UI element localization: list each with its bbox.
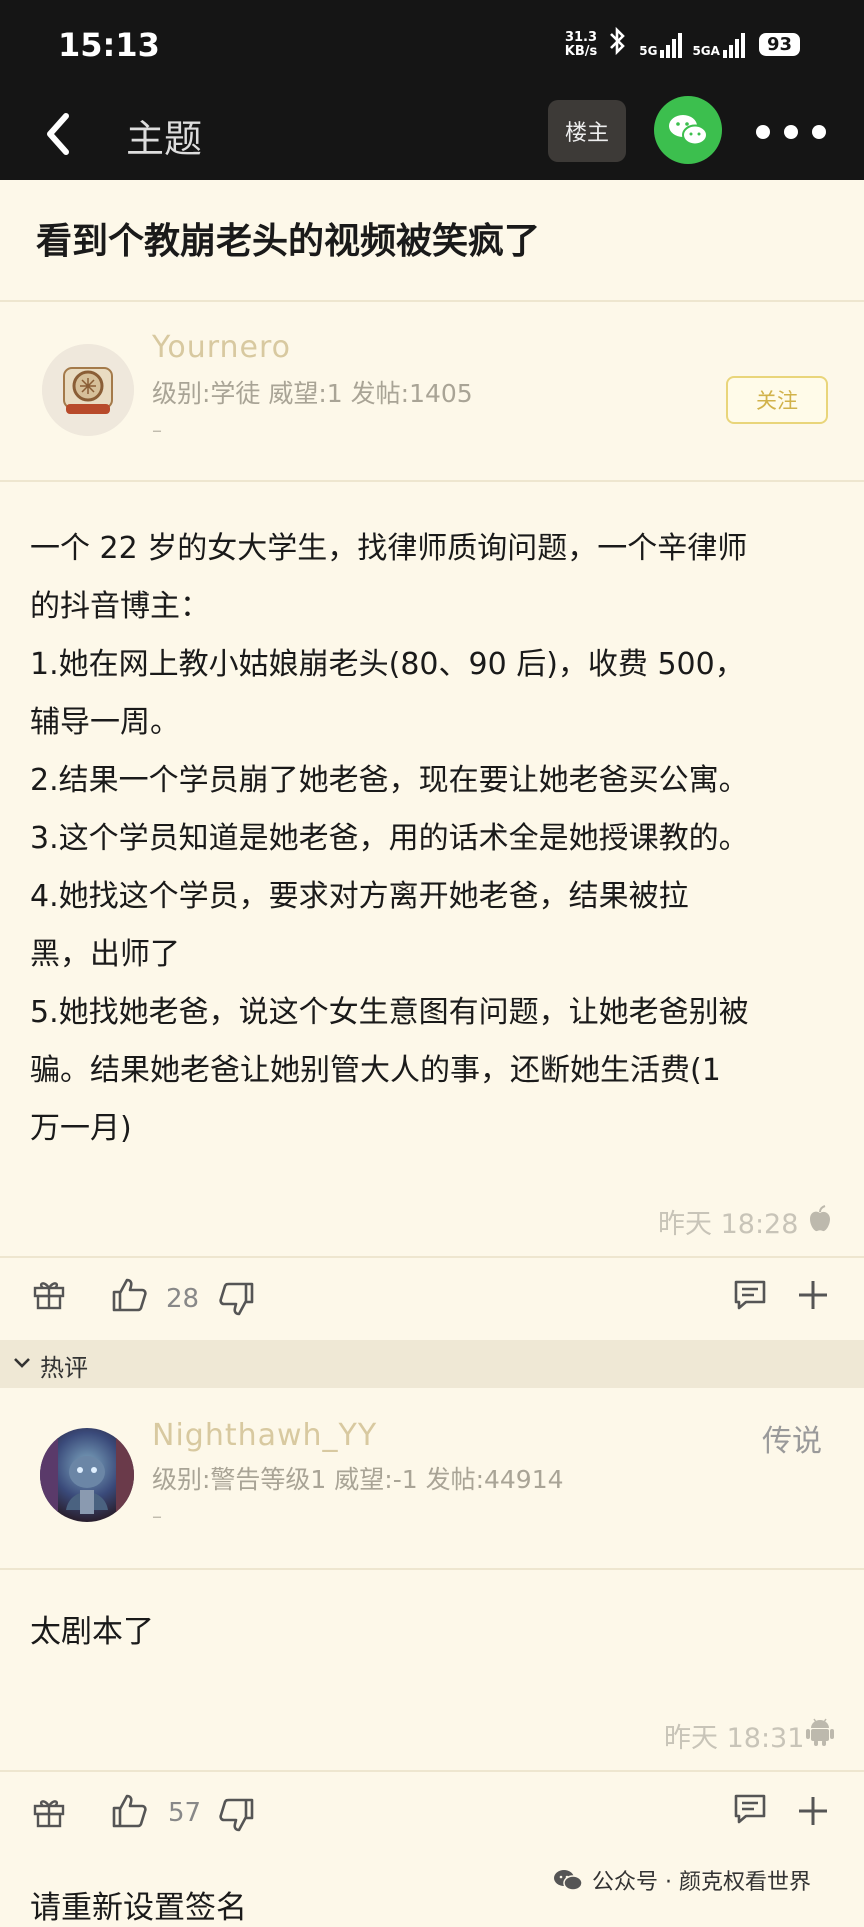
back-icon bbox=[47, 113, 69, 155]
android-icon bbox=[806, 1718, 834, 1746]
reply-add-button[interactable] bbox=[796, 1794, 830, 1832]
thumbs-up-icon bbox=[112, 1794, 147, 1828]
gift-icon bbox=[33, 1800, 65, 1828]
status-time: 15:13 bbox=[58, 26, 160, 64]
wechat-icon bbox=[554, 1870, 583, 1891]
apple-icon bbox=[810, 1205, 830, 1232]
watermark: 公众号 · 颜克权看世界 bbox=[552, 1864, 811, 1896]
avatar[interactable] bbox=[40, 1428, 134, 1522]
more-icon bbox=[756, 125, 770, 139]
signal-bars-icon bbox=[722, 32, 745, 58]
post-comment-button[interactable] bbox=[732, 1278, 768, 1316]
divider bbox=[0, 1568, 864, 1570]
nav-bar: 主题 楼主 bbox=[0, 88, 864, 180]
thumbs-up-icon bbox=[112, 1278, 147, 1312]
comment-icon bbox=[734, 1280, 766, 1310]
hot-comments-header[interactable]: 热评 bbox=[0, 1340, 864, 1388]
post-dislike-button[interactable] bbox=[218, 1280, 256, 1322]
reply-gift-button[interactable] bbox=[32, 1794, 66, 1832]
watermark-text: 公众号 · 颜克权看世界 bbox=[592, 1870, 811, 1895]
reply-user-meta: 级别:警告等级1 威望:-1 发帖:44914 bbox=[152, 1465, 564, 1494]
network-speed: 31.3 KB/s bbox=[564, 29, 598, 59]
follow-button[interactable]: 关注 bbox=[726, 376, 828, 424]
plus-icon bbox=[799, 1281, 827, 1309]
post-like-count: 28 bbox=[166, 1284, 200, 1314]
post-gift-button[interactable] bbox=[32, 1276, 66, 1314]
thread-title: 看到个教崩老头的视频被笑疯了 bbox=[36, 221, 541, 262]
only-owner-button[interactable]: 楼主 bbox=[548, 100, 626, 162]
thumbs-down-icon bbox=[219, 1282, 254, 1316]
reply-rank-badge: 传说 bbox=[762, 1424, 822, 1459]
post-add-button[interactable] bbox=[796, 1278, 830, 1316]
more-options-button[interactable] bbox=[756, 112, 826, 152]
post-user-signature: – bbox=[152, 418, 162, 442]
divider bbox=[0, 480, 864, 482]
battery-indicator: 93 bbox=[758, 33, 800, 56]
divider bbox=[0, 1256, 864, 1258]
reply-timestamp: 昨天 18:31 bbox=[664, 1723, 805, 1754]
signal-bars-icon bbox=[660, 32, 683, 58]
status-bar: 15:13 31.3 KB/s 5G 5GA 93 bbox=[0, 0, 864, 88]
signal-2: 5GA bbox=[692, 32, 745, 58]
reply-username[interactable]: Nighthawh_YY bbox=[152, 1418, 377, 1453]
page-title: 主题 bbox=[126, 117, 203, 161]
comment-icon bbox=[734, 1794, 766, 1824]
reply-dislike-button[interactable] bbox=[218, 1796, 256, 1838]
chevron-down-icon bbox=[14, 1358, 30, 1368]
divider bbox=[0, 300, 864, 302]
plus-icon bbox=[799, 1797, 827, 1825]
hot-comments-label: 热评 bbox=[40, 1354, 88, 1382]
post-timestamp: 昨天 18:28 bbox=[658, 1209, 799, 1240]
bluetooth-icon bbox=[607, 26, 629, 63]
reply-user-signature: – bbox=[152, 1504, 162, 1528]
reply-comment-button[interactable] bbox=[732, 1792, 768, 1830]
wechat-icon bbox=[669, 115, 708, 146]
reply-like-count: 57 bbox=[168, 1798, 202, 1828]
status-icons: 31.3 KB/s 5G 5GA 93 bbox=[565, 26, 800, 63]
post-username[interactable]: Yournero bbox=[152, 330, 291, 365]
back-button[interactable] bbox=[36, 106, 88, 162]
avatar[interactable] bbox=[42, 344, 134, 436]
post-body: 一个 22 岁的女大学生，找律师质询问题，一个辛律师 的抖音博主： 1.她在网上… bbox=[30, 531, 749, 1146]
post-user-meta: 级别:学徒 威望:1 发帖:1405 bbox=[152, 379, 473, 408]
wechat-share-button[interactable] bbox=[654, 96, 722, 164]
signal-1: 5G bbox=[639, 32, 683, 58]
reply-body: 太剧本了 bbox=[30, 1614, 154, 1650]
signature-prompt[interactable]: 请重新设置签名 bbox=[30, 1882, 247, 1927]
thumbs-down-icon bbox=[219, 1798, 254, 1832]
divider bbox=[0, 1770, 864, 1772]
reply-like-button[interactable] bbox=[110, 1792, 148, 1834]
gift-icon bbox=[33, 1282, 65, 1310]
post-like-button[interactable] bbox=[110, 1276, 148, 1318]
